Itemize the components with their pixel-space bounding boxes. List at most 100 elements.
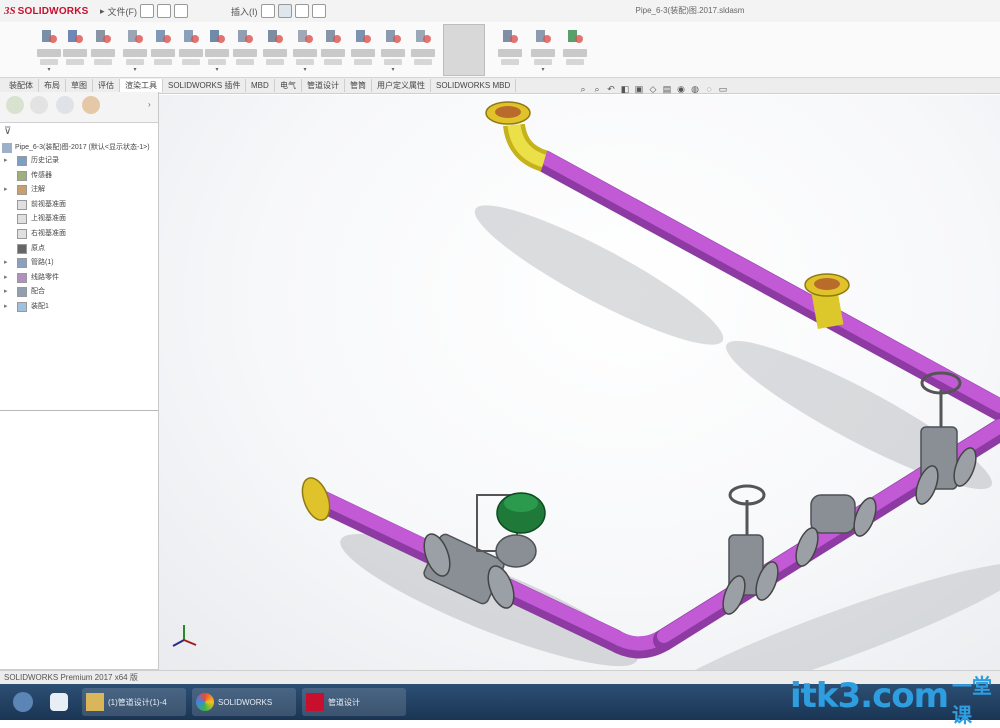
tab-1[interactable]: 布局 [39, 79, 66, 92]
start-button[interactable] [8, 688, 38, 716]
tree-item[interactable]: 前视基准面 [0, 199, 158, 211]
ribbon-command-button[interactable] [62, 22, 88, 74]
edit-appearance-icon[interactable]: ◍ [690, 84, 700, 94]
graphics-area[interactable] [159, 95, 1000, 670]
command-icon [236, 28, 254, 46]
command-icon [266, 28, 284, 46]
tree-item[interactable]: ▸ 历史记录 [0, 156, 158, 167]
tab-0[interactable]: 装配体 [4, 79, 39, 92]
watermark: itk3.com 一堂课 [790, 674, 1000, 727]
tree-node-icon [17, 170, 27, 181]
panel-divider[interactable] [0, 410, 158, 411]
previous-view-icon[interactable]: ↶ [606, 84, 616, 94]
apply-scene-icon[interactable]: ◌ [704, 84, 714, 94]
tab-10[interactable]: 用户定义属性 [372, 79, 431, 92]
app-icon [50, 693, 68, 711]
ribbon-command-button[interactable] [232, 22, 258, 74]
configuration-manager-tab-icon[interactable] [56, 96, 74, 114]
taskbar-window[interactable]: (1)管道设计(1)-4 [82, 688, 186, 716]
ribbon-command-button[interactable]: ▾ [292, 22, 318, 74]
tree-item[interactable]: ▸ 管路(1) [0, 258, 158, 269]
command-icon [354, 28, 372, 46]
view-orientation-icon[interactable]: ◇ [648, 84, 658, 94]
ribbon-command-button[interactable] [150, 22, 176, 74]
tab-3[interactable]: 评估 [93, 79, 120, 92]
tree-item[interactable]: ▸ 配合 [0, 287, 158, 298]
ribbon-command-button[interactable] [320, 22, 346, 74]
ribbon-command-button[interactable] [562, 22, 588, 74]
document-title: Pipe_6-3(装配)图.2017.sldasm [635, 6, 745, 15]
ribbon-command-button[interactable] [178, 22, 204, 74]
tree-item[interactable]: 上视基准面 [0, 214, 158, 225]
tab-7[interactable]: 电气 [275, 79, 302, 92]
taskbar-window[interactable]: SOLIDWORKS [192, 688, 296, 716]
assembly-icon [2, 143, 12, 153]
tree-node-label: 配合 [31, 288, 45, 296]
tree-node-label: 线路零件 [31, 273, 59, 281]
tab-2[interactable]: 草图 [66, 79, 93, 92]
tree-item[interactable]: ▸ 线路零件 [0, 272, 158, 284]
feature-manager-tab-icon[interactable] [6, 96, 24, 114]
expand-icon[interactable]: ▸ [4, 258, 10, 266]
selected-command[interactable] [443, 24, 485, 76]
ribbon-command-button[interactable] [350, 22, 376, 74]
property-manager-tab-icon[interactable] [30, 96, 48, 114]
check-valve-body[interactable] [810, 494, 856, 534]
tab-5[interactable]: SOLIDWORKS 插件 [163, 79, 247, 92]
display-manager-tab-icon[interactable] [82, 96, 100, 114]
tree-node-icon [17, 214, 27, 225]
tree-node-label: 注解 [31, 186, 45, 194]
command-icon [154, 28, 172, 46]
ribbon-command-button[interactable]: ▾ [36, 22, 62, 74]
tree-item[interactable]: ▸ 注解 [0, 185, 158, 196]
ribbon-command-button[interactable] [90, 22, 116, 74]
ribbon-command-button[interactable]: ▾ [530, 22, 556, 74]
browser-icon [196, 693, 214, 711]
tab-8[interactable]: 管道设计 [302, 79, 345, 92]
panel-expand-icon[interactable]: › [148, 100, 151, 109]
ribbon-command-button[interactable]: ▾ [380, 22, 406, 74]
tab-11[interactable]: SOLIDWORKS MBD [431, 79, 517, 92]
view-settings-icon[interactable]: ▭ [718, 84, 728, 94]
flange-bore [814, 278, 840, 290]
tree-node-label: 装配1 [31, 303, 49, 310]
tab-9[interactable]: 管筒 [345, 79, 372, 92]
tree-node-icon [17, 199, 27, 210]
tree-root[interactable]: Pipe_6-3(装配)图-2017 (默认<显示状态-1>) [0, 143, 158, 154]
command-icon [126, 28, 144, 46]
expand-icon[interactable]: ▸ [4, 273, 10, 281]
command-icon [66, 28, 84, 46]
tree-item[interactable]: 原点 [0, 243, 158, 255]
display-style-icon[interactable]: ▤ [662, 84, 672, 94]
tree-item[interactable]: 右视基准面 [0, 229, 158, 240]
command-icon [414, 28, 432, 46]
ribbon-command-button[interactable] [262, 22, 288, 74]
ribbon-command-button[interactable] [410, 22, 436, 74]
ribbon-command-button[interactable]: ▾ [122, 22, 148, 74]
expand-icon[interactable]: ▸ [4, 302, 10, 310]
section-view-icon[interactable]: ◧ [620, 84, 630, 94]
command-icon [94, 28, 112, 46]
tab-4[interactable]: 渲染工具 [120, 79, 163, 92]
tree-item[interactable]: 传感器 [0, 170, 158, 182]
taskbar-pinned-app[interactable] [44, 688, 74, 716]
taskbar-window[interactable]: 管道设计 [302, 688, 406, 716]
expand-icon[interactable]: ▸ [4, 185, 10, 193]
watermark-subtext: 一堂课 [952, 674, 993, 727]
ribbon-command-button[interactable] [497, 22, 523, 74]
command-icon [296, 28, 314, 46]
tree-item[interactable]: ▸ 装配1 [0, 302, 158, 313]
dynamic-annotation-icon[interactable]: ▣ [634, 84, 644, 94]
ribbon-command-button[interactable]: ▾ [204, 22, 230, 74]
tab-6[interactable]: MBD [246, 79, 275, 92]
hide-show-icon[interactable]: ◉ [676, 84, 686, 94]
zoom-fit-icon[interactable]: ⌕ [578, 84, 588, 94]
filter-icon[interactable]: ⊽ [4, 126, 11, 137]
command-icon [384, 28, 402, 46]
pipe-shadow [474, 205, 724, 345]
tree-node-label: 历史记录 [31, 157, 59, 164]
tree-node-label: 管路(1) [31, 259, 54, 267]
expand-icon[interactable]: ▸ [4, 287, 10, 295]
zoom-area-icon[interactable]: ⌕ [592, 84, 602, 94]
expand-icon[interactable]: ▸ [4, 156, 10, 164]
